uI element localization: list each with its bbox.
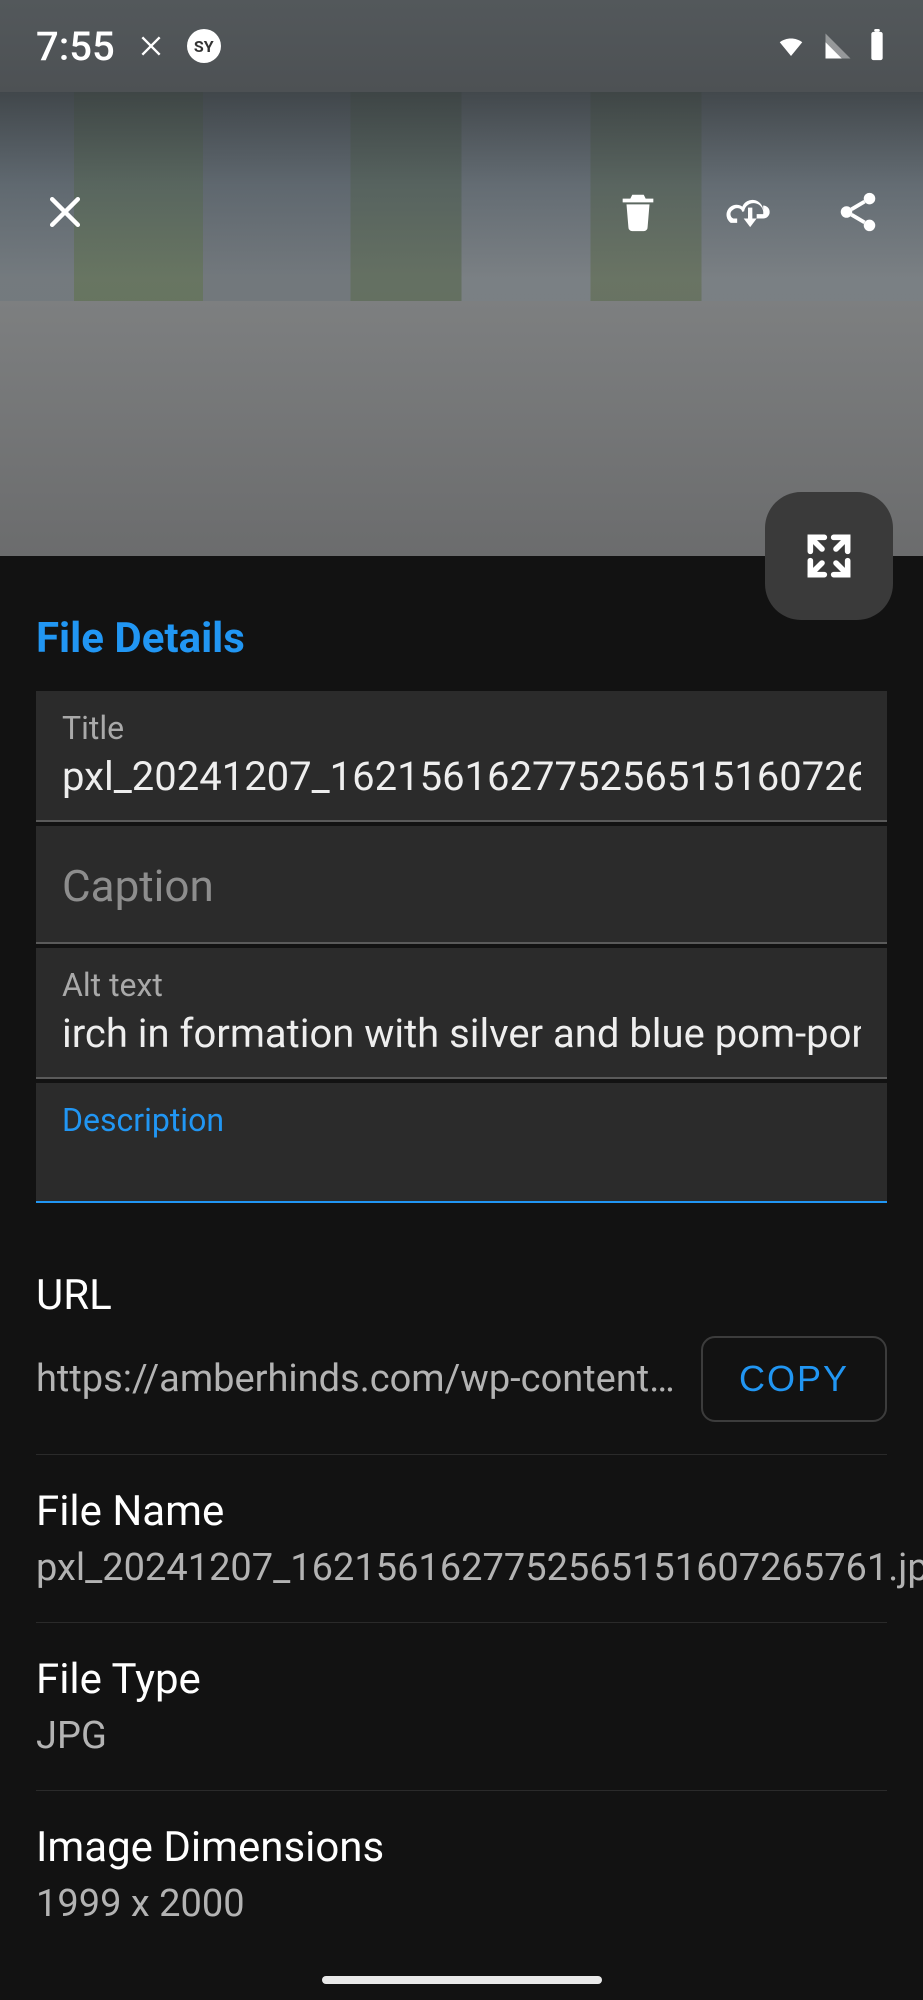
- file-details-panel: File Details Title pxl_20241207_16215616…: [0, 556, 923, 2000]
- close-icon[interactable]: [30, 177, 100, 247]
- section-title: File Details: [36, 614, 887, 663]
- url-label: URL: [36, 1271, 887, 1320]
- battery-icon: [867, 29, 887, 63]
- meta-file-name: File Name pxl_20241207_16215616277525651…: [36, 1454, 887, 1622]
- cellular-icon: [823, 31, 853, 61]
- alt-text-value: irch in formation with silver and blue p…: [62, 1010, 861, 1057]
- file-type-value: JPG: [36, 1714, 887, 1758]
- title-label: Title: [62, 709, 861, 747]
- file-name-value: pxl_20241207_162156162775256515160726576…: [36, 1546, 887, 1590]
- wifi-icon: [773, 31, 809, 61]
- caption-placeholder: Caption: [62, 844, 861, 922]
- image-dimensions-value: 1999 x 2000: [36, 1882, 887, 1926]
- description-field[interactable]: Description: [36, 1083, 887, 1203]
- image-dimensions-label: Image Dimensions: [36, 1823, 887, 1872]
- share-icon[interactable]: [823, 177, 893, 247]
- android-status-bar: 7:55 SY: [0, 0, 923, 92]
- delete-icon[interactable]: [603, 177, 673, 247]
- home-indicator[interactable]: [322, 1976, 602, 1984]
- caption-field[interactable]: Caption: [36, 826, 887, 944]
- download-cloud-icon[interactable]: [713, 177, 783, 247]
- status-time: 7:55: [36, 23, 115, 70]
- sy-app-icon: SY: [187, 29, 221, 63]
- title-value: pxl_20241207_162156162775256515160726576: [62, 753, 861, 800]
- meta-image-dimensions: Image Dimensions 1999 x 2000: [36, 1790, 887, 1958]
- description-value: [62, 1145, 861, 1181]
- title-field[interactable]: Title pxl_20241207_162156162775256515160…: [36, 691, 887, 822]
- media-preview-image: [0, 92, 923, 556]
- file-type-label: File Type: [36, 1655, 887, 1704]
- alt-text-field[interactable]: Alt text irch in formation with silver a…: [36, 948, 887, 1079]
- status-left: 7:55 SY: [36, 23, 221, 70]
- url-value: https://amberhinds.com/wp-content/upl…: [36, 1357, 677, 1401]
- copy-button[interactable]: COPY: [701, 1336, 887, 1422]
- alt-text-label: Alt text: [62, 966, 861, 1004]
- file-name-label: File Name: [36, 1487, 887, 1536]
- description-label: Description: [62, 1101, 861, 1139]
- expand-icon[interactable]: [765, 492, 893, 620]
- x-app-icon: [135, 30, 167, 62]
- meta-file-type: File Type JPG: [36, 1622, 887, 1790]
- meta-url: URL https://amberhinds.com/wp-content/up…: [36, 1239, 887, 1454]
- status-right: [773, 29, 887, 63]
- media-toolbar: [0, 152, 923, 272]
